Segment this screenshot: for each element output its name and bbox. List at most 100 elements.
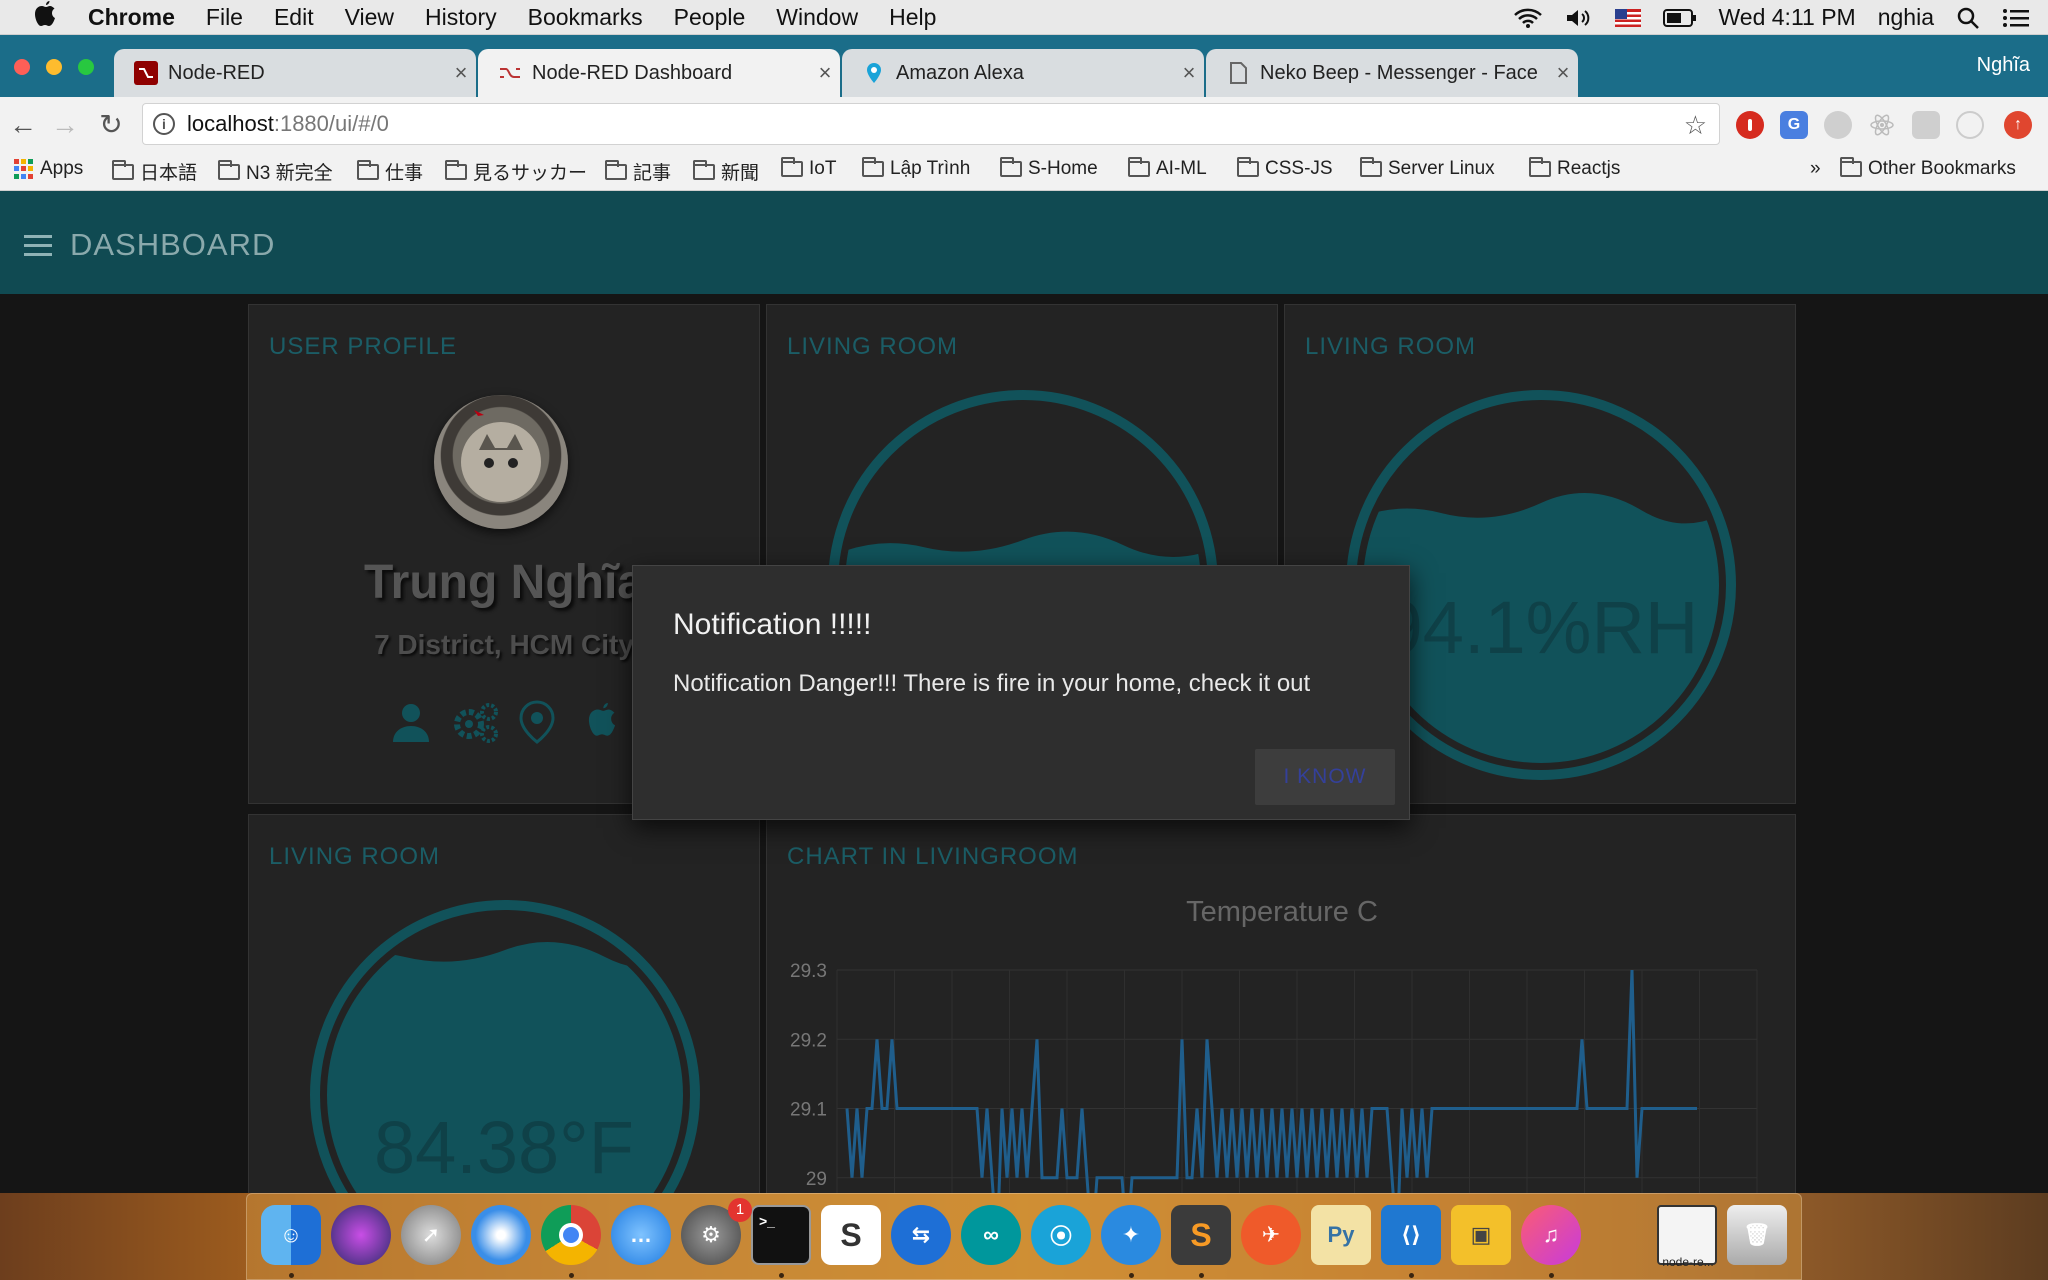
menu-edit[interactable]: Edit [274, 4, 314, 31]
bookmark-folder[interactable]: IoT [781, 157, 836, 180]
back-arrow-icon[interactable]: ← [8, 110, 38, 140]
close-icon[interactable]: × [446, 60, 476, 86]
trash-icon[interactable]: 🗑 [1727, 1205, 1787, 1265]
i-know-button[interactable]: I KNOW [1255, 749, 1395, 805]
extension-circle-icon[interactable] [1956, 111, 1984, 139]
bookmark-folder[interactable]: 仕事 [357, 158, 423, 185]
itunes-music-icon[interactable]: ♫ [1521, 1205, 1581, 1265]
bookmarks-overflow-chevron[interactable]: » [1810, 158, 1821, 180]
extension-grid-icon[interactable] [1912, 111, 1940, 139]
bookmark-folder[interactable]: 日本語 [112, 158, 197, 185]
tab-node-red[interactable]: Node-RED × [114, 49, 476, 97]
dock-thumbnail-label: node-re... [1662, 1255, 1714, 1269]
siri-icon[interactable] [331, 1205, 391, 1265]
teamviewer-icon[interactable]: ⇆ [891, 1205, 951, 1265]
chrome-icon[interactable] [541, 1205, 601, 1265]
user-icon[interactable] [389, 700, 433, 744]
tab-neko-beep-messenger[interactable]: Neko Beep - Messenger - Face × [1206, 49, 1578, 97]
folder-icon [218, 159, 240, 180]
address-bar[interactable]: i localhost:1880/ui/#/0 ☆ [142, 103, 1720, 145]
running-indicator [1129, 1273, 1134, 1278]
menubar-clock[interactable]: Wed 4:11 PM [1719, 4, 1856, 31]
notification-center-icon[interactable] [2002, 7, 2030, 29]
spotlight-search-icon[interactable] [1956, 6, 1980, 30]
apple-menu-icon[interactable] [32, 0, 62, 34]
safari-compass-icon[interactable] [471, 1205, 531, 1265]
menu-window[interactable]: Window [776, 4, 858, 31]
window-minimize-button[interactable] [46, 59, 62, 75]
sublime-text-icon[interactable]: S [1171, 1205, 1231, 1265]
window-zoom-button[interactable] [78, 59, 94, 75]
bookmark-folder[interactable]: N3 新完全 [218, 158, 333, 185]
python-launcher-icon[interactable]: Py [1311, 1205, 1371, 1265]
slack-icon[interactable]: S [821, 1205, 881, 1265]
bookmark-folder[interactable]: 記事 [605, 158, 671, 185]
menu-view[interactable]: View [345, 4, 394, 31]
finder-icon[interactable]: ☺ [261, 1205, 321, 1265]
menu-app-chrome[interactable]: Chrome [88, 4, 175, 31]
bookmarks-bar: Apps 日本語 N3 新完全 仕事 見るサッカー 記事 新聞 IoT Lập … [0, 153, 2048, 191]
transmit-truck-icon[interactable]: ▣ [1451, 1205, 1511, 1265]
forward-arrow-icon[interactable]: → [50, 110, 80, 140]
folder-icon [605, 159, 627, 180]
bookmark-label: CSS-JS [1265, 158, 1333, 179]
location-pin-app-icon[interactable]: ⦿ [1031, 1205, 1091, 1265]
folder-icon [1237, 157, 1259, 177]
bookmark-folder[interactable]: Server Linux [1360, 157, 1495, 180]
vscode-icon[interactable]: ⟨⟩ [1381, 1205, 1441, 1265]
postman-icon[interactable]: ✈ [1241, 1205, 1301, 1265]
wifi-icon[interactable] [1513, 7, 1543, 29]
bookmark-folder[interactable]: 見るサッカー [445, 158, 587, 185]
bookmark-label: Other Bookmarks [1868, 158, 2016, 179]
close-icon[interactable]: × [1174, 60, 1204, 86]
adblock-extension-icon[interactable] [1736, 111, 1764, 139]
bookmark-other-folder[interactable]: Other Bookmarks [1840, 157, 2016, 180]
bookmark-folder[interactable]: Reactjs [1529, 157, 1621, 180]
terminal-icon[interactable]: >_ [751, 1205, 811, 1265]
menu-people[interactable]: People [674, 4, 746, 31]
bookmark-star-icon[interactable]: ☆ [1684, 110, 1707, 141]
bookmark-folder[interactable]: 新聞 [693, 158, 759, 185]
gears-icon[interactable] [451, 700, 498, 744]
menubar-user[interactable]: nghia [1878, 4, 1934, 31]
bookmark-label: 仕事 [385, 163, 424, 184]
window-close-button[interactable] [14, 59, 30, 75]
launchpad-rocket-icon[interactable]: ➚ [401, 1205, 461, 1265]
sequel-pro-icon[interactable]: ✦ [1101, 1205, 1161, 1265]
bookmark-label: Reactjs [1557, 158, 1621, 179]
volume-icon[interactable] [1565, 7, 1593, 29]
menu-help[interactable]: Help [889, 4, 936, 31]
menu-file[interactable]: File [206, 4, 243, 31]
us-flag-icon[interactable] [1614, 8, 1641, 27]
close-icon[interactable]: × [810, 60, 840, 86]
react-devtools-icon[interactable] [1868, 111, 1896, 139]
tab-title: Neko Beep - Messenger - Face [1260, 61, 1538, 84]
menu-history[interactable]: History [425, 4, 497, 31]
tab-node-red-dashboard[interactable]: Node-RED Dashboard × [478, 49, 840, 97]
bookmark-apps[interactable]: Apps [14, 158, 83, 180]
close-icon[interactable]: × [1548, 60, 1578, 86]
reload-icon[interactable]: ↻ [96, 110, 126, 140]
menu-bookmarks[interactable]: Bookmarks [528, 4, 643, 31]
messages-bubble-icon[interactable]: … [611, 1205, 671, 1265]
hamburger-menu-icon[interactable] [24, 235, 52, 262]
battery-icon[interactable] [1662, 8, 1697, 27]
bookmark-folder[interactable]: AI-ML [1128, 157, 1207, 180]
bookmark-folder[interactable]: S-Home [1000, 157, 1098, 180]
document-icon [1226, 61, 1250, 85]
apple-icon[interactable] [585, 700, 629, 744]
site-info-icon[interactable]: i [153, 113, 175, 135]
extension-leaf-icon[interactable] [1824, 111, 1852, 139]
tab-amazon-alexa[interactable]: Amazon Alexa × [842, 49, 1204, 97]
bookmark-folder[interactable]: Lập Trình [862, 157, 970, 180]
card-title: LIVING ROOM [269, 843, 441, 870]
chrome-profile-name[interactable]: Nghĩa [1977, 54, 2030, 77]
google-translate-icon[interactable]: G [1780, 111, 1808, 139]
periscope-pin-icon[interactable] [517, 700, 561, 744]
running-indicator [289, 1273, 294, 1278]
card-title: LIVING ROOM [1305, 333, 1477, 360]
upload-extension-icon[interactable]: ↑ [2004, 111, 2032, 139]
chevron-right-icon: » [1810, 158, 1821, 179]
arduino-icon[interactable]: ∞ [961, 1205, 1021, 1265]
bookmark-folder[interactable]: CSS-JS [1237, 157, 1333, 180]
